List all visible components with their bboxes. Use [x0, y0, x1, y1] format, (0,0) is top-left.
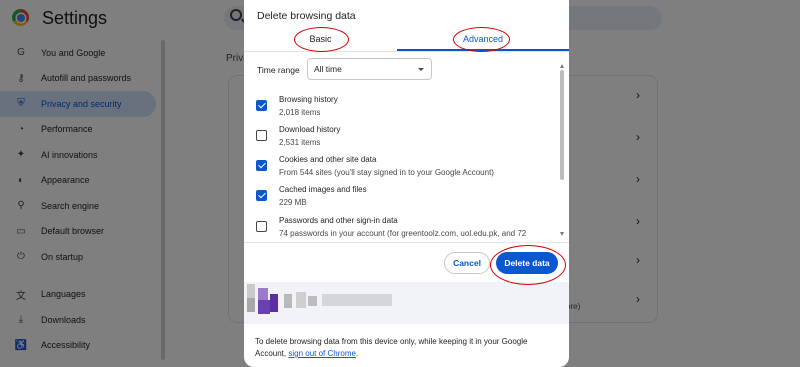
- chevron-down-icon: [418, 68, 424, 71]
- option-title: Download history: [279, 125, 341, 134]
- tab-divider: [244, 51, 569, 52]
- sign-out-link[interactable]: sign out of Chrome: [288, 349, 356, 358]
- delete-browsing-data-dialog: Delete browsing data Basic Advanced Time…: [244, 0, 569, 367]
- option-description: From 544 sites (you'll stay signed in to…: [279, 168, 494, 177]
- checkbox-cached-images[interactable]: [256, 190, 267, 201]
- option-cached-images: Cached images and files 229 MB: [244, 180, 562, 210]
- time-range-select[interactable]: All time: [307, 58, 432, 80]
- option-cookies: Cookies and other site data From 544 sit…: [244, 150, 562, 180]
- checkbox-browsing-history[interactable]: [256, 100, 267, 111]
- pixelated-block: [284, 294, 292, 308]
- pixelated-block: [258, 300, 270, 314]
- option-description: 229 MB: [279, 198, 307, 207]
- option-title: Cookies and other site data: [279, 155, 377, 164]
- pixelated-block: [296, 292, 306, 308]
- data-options-list: Browsing history 2,018 items Download hi…: [244, 90, 562, 240]
- time-range-label: Time range: [257, 65, 300, 75]
- pixelated-block: [247, 284, 255, 298]
- pixelated-block: [322, 294, 392, 306]
- account-info-pixelated: [244, 282, 569, 324]
- pixelated-block: [308, 296, 317, 306]
- pixelated-block: [270, 294, 278, 312]
- options-scrollbar[interactable]: [560, 60, 565, 238]
- scrollbar-thumb[interactable]: [560, 70, 564, 180]
- annotation-circle-delete: [490, 245, 566, 285]
- time-range-value: All time: [314, 64, 342, 74]
- pixelated-block: [247, 298, 255, 312]
- option-browsing-history: Browsing history 2,018 items: [244, 90, 562, 120]
- option-download-history: Download history 2,531 items: [244, 120, 562, 150]
- checkbox-download-history[interactable]: [256, 130, 267, 141]
- scroll-down-icon[interactable]: [560, 232, 564, 236]
- checkbox-passwords[interactable]: [256, 221, 267, 232]
- pixelated-block: [258, 288, 268, 300]
- option-title: Browsing history: [279, 95, 338, 104]
- annotation-circle-basic: [294, 27, 349, 52]
- cancel-button[interactable]: Cancel: [444, 252, 490, 274]
- footer-tail: .: [355, 349, 359, 358]
- annotation-circle-advanced: [453, 27, 510, 52]
- checkbox-cookies[interactable]: [256, 160, 267, 171]
- footer-note: To delete browsing data from this device…: [255, 336, 555, 360]
- option-description: 74 passwords in your account (for greent…: [279, 229, 527, 238]
- option-description: 2,531 items: [279, 138, 321, 147]
- list-divider: [244, 242, 569, 243]
- dialog-title: Delete browsing data: [257, 10, 356, 22]
- scroll-up-icon[interactable]: [560, 64, 564, 68]
- option-description: 2,018 items: [279, 108, 321, 117]
- option-title: Cached images and files: [279, 185, 367, 194]
- option-passwords: Passwords and other sign-in data 74 pass…: [244, 211, 562, 240]
- option-title: Passwords and other sign-in data: [279, 216, 398, 225]
